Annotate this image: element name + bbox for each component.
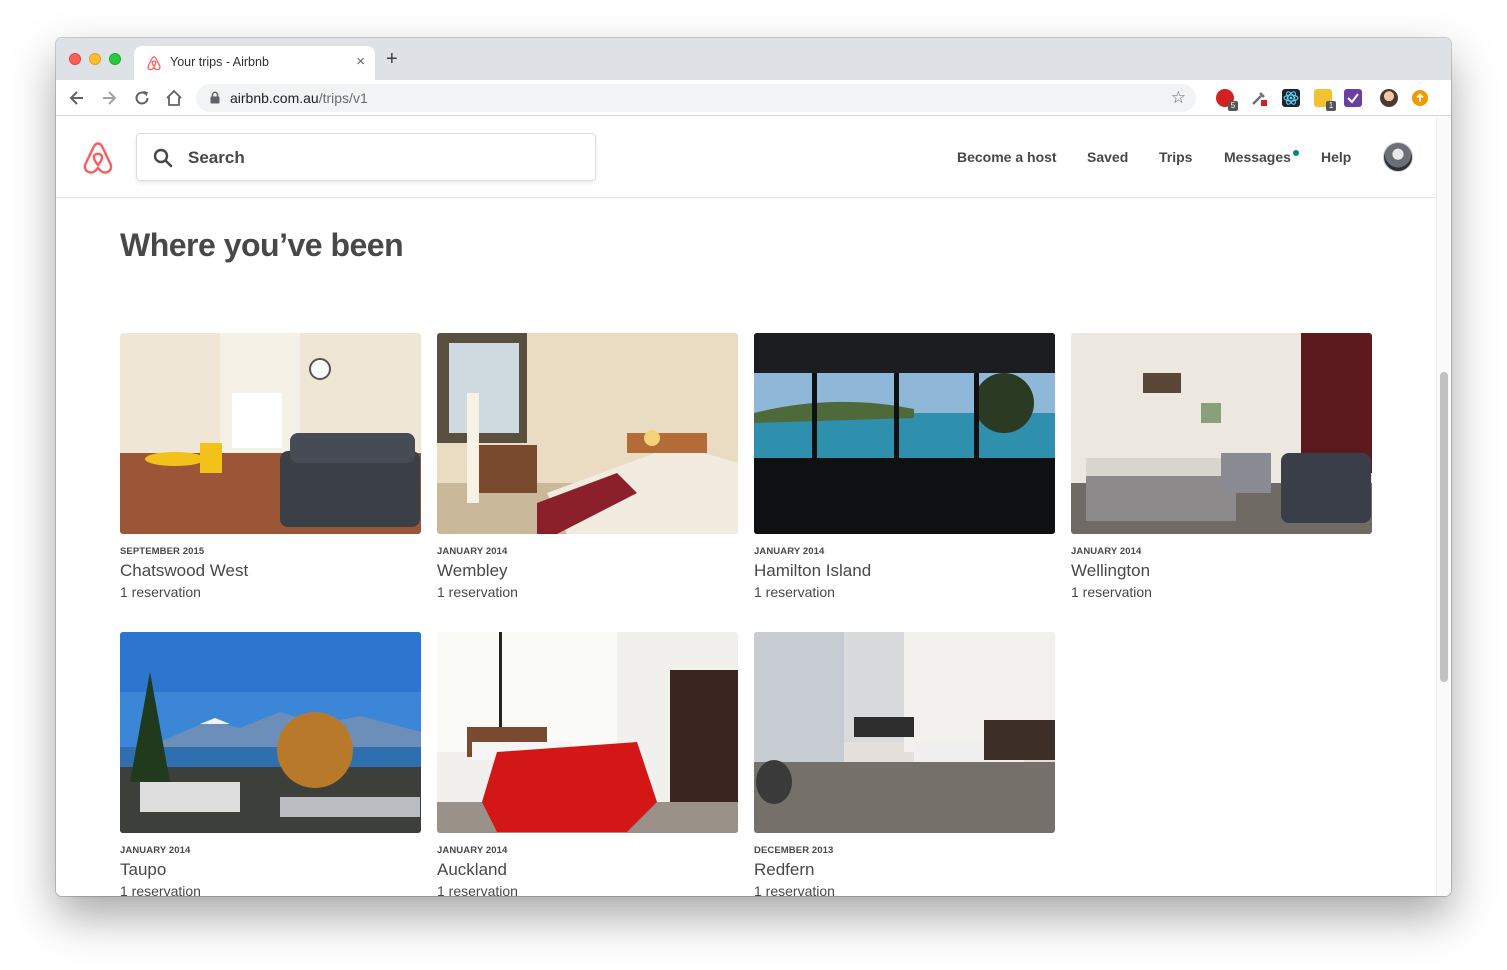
user-avatar[interactable] bbox=[1383, 142, 1413, 172]
update-arrow-icon[interactable] bbox=[1412, 90, 1428, 106]
trip-reservation-count: 1 reservation bbox=[1071, 584, 1152, 600]
search-input[interactable]: Search bbox=[136, 133, 596, 181]
search-icon bbox=[153, 148, 173, 168]
url-text: airbnb.com.au/trips/v1 bbox=[230, 90, 368, 106]
browser-tab-active[interactable]: Your trips - Airbnb × bbox=[134, 46, 375, 80]
profile-avatar-icon[interactable] bbox=[1380, 89, 1398, 107]
trip-city[interactable]: Wembley bbox=[437, 561, 508, 581]
trip-photo[interactable] bbox=[437, 333, 738, 534]
page-title: Where you’ve been bbox=[120, 227, 404, 263]
trip-city[interactable]: Chatswood West bbox=[120, 561, 248, 581]
scrollbar[interactable] bbox=[1436, 117, 1451, 896]
trip-city[interactable]: Redfern bbox=[754, 860, 814, 880]
trip-reservation-count: 1 reservation bbox=[437, 883, 518, 896]
tab-close-icon[interactable]: × bbox=[356, 53, 365, 70]
trip-photo[interactable] bbox=[120, 632, 421, 833]
trip-date: JANUARY 2014 bbox=[437, 845, 508, 856]
minimize-window-button[interactable] bbox=[89, 53, 101, 65]
close-window-button[interactable] bbox=[69, 53, 81, 65]
trip-reservation-count: 1 reservation bbox=[120, 883, 201, 896]
site-header: Search Become a host Saved Trips Message… bbox=[56, 117, 1436, 198]
nav-trips[interactable]: Trips bbox=[1159, 149, 1192, 165]
address-bar[interactable]: airbnb.com.au/trips/v1 ☆ bbox=[196, 84, 1196, 112]
note-extension-icon[interactable]: 1 bbox=[1314, 89, 1336, 111]
trip-reservation-count: 1 reservation bbox=[437, 584, 518, 600]
purple-extension-icon[interactable] bbox=[1344, 89, 1362, 107]
unread-messages-dot bbox=[1293, 150, 1299, 156]
nav-messages[interactable]: Messages bbox=[1224, 149, 1291, 165]
opera-extension-icon[interactable]: 5 bbox=[1216, 89, 1238, 111]
scrollbar-thumb[interactable] bbox=[1440, 372, 1448, 682]
nav-become-a-host[interactable]: Become a host bbox=[957, 149, 1057, 165]
react-devtools-extension-icon[interactable] bbox=[1282, 89, 1300, 107]
reload-icon[interactable] bbox=[132, 88, 152, 108]
airbnb-logo-icon[interactable] bbox=[82, 141, 114, 175]
trip-date: JANUARY 2014 bbox=[437, 546, 508, 557]
trip-photo[interactable] bbox=[437, 632, 738, 833]
trip-photo[interactable] bbox=[1071, 333, 1372, 534]
trip-date: SEPTEMBER 2015 bbox=[120, 546, 205, 557]
eyedropper-extension-icon[interactable] bbox=[1250, 89, 1268, 107]
lock-icon bbox=[210, 91, 220, 104]
nav-saved[interactable]: Saved bbox=[1087, 149, 1128, 165]
new-tab-button[interactable]: + bbox=[386, 49, 398, 69]
trip-date: DECEMBER 2013 bbox=[754, 845, 834, 856]
browser-window: Your trips - Airbnb × + airbnb.com.au/tr… bbox=[56, 38, 1451, 896]
nav-help[interactable]: Help bbox=[1321, 149, 1351, 165]
trip-date: JANUARY 2014 bbox=[754, 546, 825, 557]
trip-photo[interactable] bbox=[754, 333, 1055, 534]
search-placeholder: Search bbox=[188, 148, 245, 167]
bookmark-star-icon[interactable]: ☆ bbox=[1171, 88, 1186, 108]
trip-date: JANUARY 2014 bbox=[1071, 546, 1142, 557]
trip-reservation-count: 1 reservation bbox=[754, 584, 835, 600]
trip-city[interactable]: Hamilton Island bbox=[754, 561, 871, 581]
trip-photo[interactable] bbox=[754, 632, 1055, 833]
trip-reservation-count: 1 reservation bbox=[120, 584, 201, 600]
airbnb-favicon-icon bbox=[147, 56, 161, 71]
trip-city[interactable]: Taupo bbox=[120, 860, 166, 880]
trip-photo[interactable] bbox=[120, 333, 421, 534]
back-arrow-icon[interactable] bbox=[67, 88, 87, 108]
tab-title: Your trips - Airbnb bbox=[170, 55, 269, 69]
page-viewport: Search Become a host Saved Trips Message… bbox=[56, 117, 1451, 896]
tab-strip: Your trips - Airbnb × + bbox=[56, 38, 1451, 80]
trip-date: JANUARY 2014 bbox=[120, 845, 191, 856]
trip-city[interactable]: Wellington bbox=[1071, 561, 1150, 581]
zoom-window-button[interactable] bbox=[109, 53, 121, 65]
trip-city[interactable]: Auckland bbox=[437, 860, 507, 880]
home-icon[interactable] bbox=[164, 88, 184, 108]
trip-reservation-count: 1 reservation bbox=[754, 883, 835, 896]
forward-arrow-icon[interactable] bbox=[99, 88, 119, 108]
browser-toolbar: airbnb.com.au/trips/v1 ☆ 5 1 bbox=[56, 80, 1451, 116]
